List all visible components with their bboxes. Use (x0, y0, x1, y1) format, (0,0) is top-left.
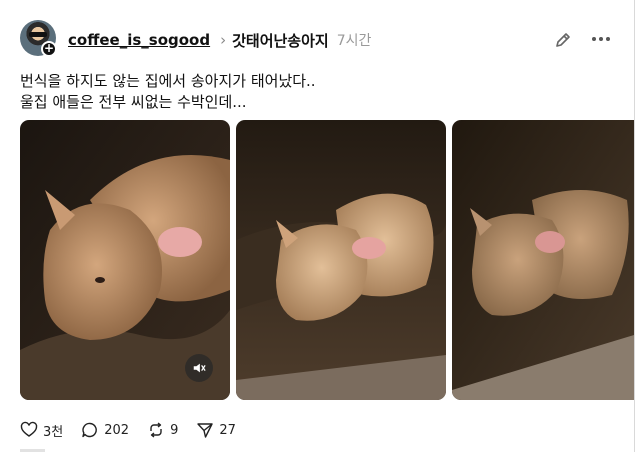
share-icon (197, 423, 214, 438)
like-button[interactable]: 3천 (20, 421, 63, 440)
post-header: coffee_is_sogood › 갓태어난송아지 7시간 (68, 29, 371, 51)
photo-3[interactable] (452, 120, 634, 400)
avatar-plus-icon[interactable]: + (41, 41, 57, 57)
repost-icon (150, 422, 162, 438)
comment-button[interactable]: 202 (81, 421, 129, 439)
post-time: 7시간 (336, 33, 372, 49)
photo-2[interactable] (236, 120, 446, 400)
share-count: 27 (219, 422, 236, 438)
repost-count: 9 (170, 422, 179, 438)
divider (634, 0, 635, 452)
heart-icon (20, 421, 38, 437)
edit-icon[interactable] (553, 30, 573, 50)
repost-button[interactable]: 9 (147, 421, 178, 439)
like-count: 3천 (43, 424, 64, 440)
post-card: + coffee_is_sogood › 갓태어난송아지 7시간 번식을 하지도… (0, 0, 643, 452)
username-link[interactable]: coffee_is_sogood (68, 31, 210, 49)
comment-count: 202 (104, 422, 130, 438)
post-text: 번식을 하지도 않는 집에서 송아지가 태어났다.. 울집 애들은 전부 씨없는… (20, 72, 316, 111)
mute-icon[interactable] (185, 354, 213, 382)
community-link[interactable]: 갓태어난송아지 (232, 30, 329, 51)
comment-icon (82, 422, 98, 438)
share-button[interactable]: 27 (196, 421, 236, 439)
more-icon[interactable] (592, 37, 610, 43)
chevron-right-icon: › (220, 31, 227, 49)
action-bar: 3천 202 9 27 (20, 419, 254, 441)
